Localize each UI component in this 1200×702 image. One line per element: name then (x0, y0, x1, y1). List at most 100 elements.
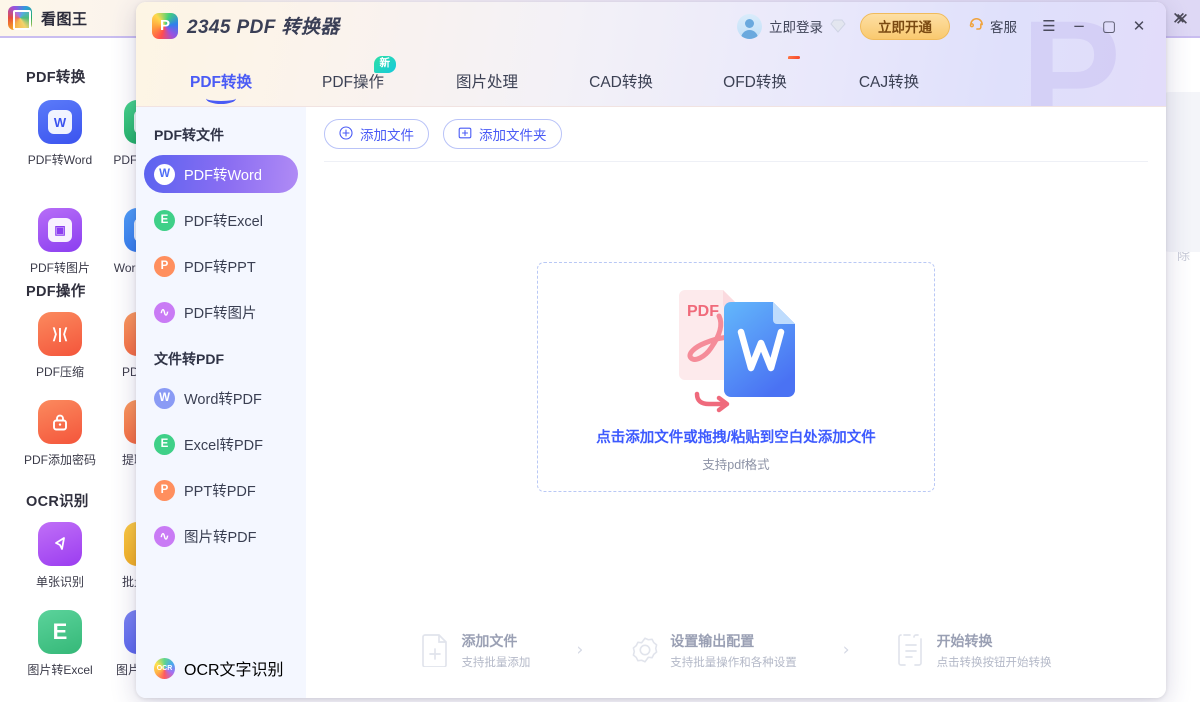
tab-pdf-convert[interactable]: PDF转换 (156, 70, 286, 106)
image-to-excel-icon: E (38, 610, 82, 654)
tab-ofd-convert[interactable]: OFD转换 (688, 56, 822, 106)
sidebar-item-label: Excel转PDF (184, 437, 263, 454)
app-body: PDF转文件 W PDF转Word E PDF转Excel P PDF转PPT … (136, 107, 1166, 698)
bg-tile-pdf-add-password[interactable]: PDF添加密码 (14, 400, 106, 468)
sidebar-item-pdf-to-ppt[interactable]: P PDF转PPT (144, 247, 298, 285)
tab-label: 图片处理 (455, 74, 518, 91)
tab-cad-convert[interactable]: CAD转换 (554, 70, 688, 106)
tab-label: PDF操作 (321, 74, 384, 91)
tab-label: CAJ转换 (858, 74, 920, 91)
sidebar-item-label: Word转PDF (184, 391, 262, 408)
folder-plus-icon (458, 126, 472, 143)
ppt-icon: P (154, 255, 175, 277)
bg-tile-pdf-to-word[interactable]: W PDF转Word (14, 100, 106, 168)
sidebar-item-label: PDF转Excel (184, 213, 263, 230)
screen: 看图王 ✕ PDF转换 PDF操作 OCR识别 W PDF转Word E PDF… (0, 0, 1200, 702)
diamond-icon (830, 19, 846, 33)
word-icon: W (38, 100, 82, 144)
add-folder-button[interactable]: 添加文件夹 (443, 119, 562, 149)
app-title: 2345 PDF 转换器 (187, 17, 340, 38)
sidebar-item-pdf-to-excel[interactable]: E PDF转Excel (144, 201, 298, 239)
customer-service-button[interactable]: 客服 (968, 15, 1017, 37)
bg-tile-label: PDF转图片 (29, 261, 90, 275)
file-dropzone[interactable]: PDF 点击添加文件或拖拽/粘贴到空白处添加文件 支持pdf格式 (537, 262, 935, 492)
bg-section-title-ocr: OCR识别 (26, 494, 89, 510)
bg-tile-label: PDF添加密码 (23, 453, 96, 467)
close-icon[interactable]: ✕ (1124, 11, 1154, 41)
excel-icon: E (154, 433, 175, 455)
sidebar-item-image-to-pdf[interactable]: ∿ 图片转PDF (144, 517, 298, 555)
step-desc: 点击转换按钮开始转换 (936, 656, 1052, 669)
sidebar-group-title-pdf-to-file: PDF转文件 (154, 127, 224, 143)
app-logo-icon: P (152, 12, 178, 39)
gear-icon (629, 633, 659, 667)
app-header: P P 2345 PDF 转换器 立即登录 立即开通 客服 ☰ − ▢ ✕ PD… (136, 2, 1166, 107)
sidebar-item-word-to-pdf[interactable]: W Word转PDF (144, 379, 298, 417)
tab-image-processing[interactable]: 图片处理 (420, 70, 554, 106)
bg-tile-label: PDF转Word (27, 153, 93, 167)
tab-caj-convert[interactable]: CAJ转换 (822, 70, 956, 106)
bg-tile-pdf-compress[interactable]: ⟩|⟨ PDF压缩 (14, 312, 106, 380)
convert-doc-icon (896, 633, 926, 667)
step-text: 设置输出配置 支持批量操作和各种设置 (670, 631, 797, 670)
step-arrow-icon: › (842, 640, 850, 660)
step-text: 添加文件 支持批量添加 (461, 631, 530, 670)
tab-active-indicator (206, 93, 236, 104)
sidebar-item-pdf-to-image[interactable]: ∿ PDF转图片 (144, 293, 298, 331)
step-title: 开始转换 (936, 632, 993, 649)
sidebar-item-label: PDF转PPT (184, 259, 256, 276)
sidebar-group-title-file-to-pdf: 文件转PDF (154, 351, 224, 367)
bg-tile-label: 图片转Excel (27, 663, 93, 677)
pdf-converter-window: P P 2345 PDF 转换器 立即登录 立即开通 客服 ☰ − ▢ ✕ PD… (136, 2, 1166, 698)
pdf-to-word-illustration-icon: PDF (661, 276, 811, 416)
sidebar-item-label: PPT转PDF (184, 483, 256, 500)
bg-tile-pdf-to-image[interactable]: ▣ PDF转图片 (14, 208, 106, 276)
bg-tile-image-to-excel[interactable]: E 图片转Excel (14, 610, 106, 678)
badge-new: 新 (373, 56, 396, 73)
sidebar-item-ocr[interactable]: OCR OCR文字识别 (144, 650, 298, 686)
tab-label: PDF转换 (189, 74, 252, 91)
step-text: 开始转换 点击转换按钮开始转换 (937, 631, 1052, 670)
sidebar-item-label: PDF转Word (184, 167, 262, 184)
sidebar-item-label: OCR文字识别 (184, 662, 284, 679)
bg-section-title-pdf-convert: PDF转换 (26, 70, 86, 86)
main-tabs: PDF转换 PDF操作 新 图片处理 CAD转换 OFD转换 CAJ转换 (156, 48, 956, 106)
steps-guide: 添加文件 支持批量添加 › 设置输出配置 支持批量操作和各种设置 › 开始转换 … (306, 624, 1166, 676)
step-desc: 支持批量操作和各种设置 (670, 656, 797, 669)
minimize-icon[interactable]: − (1064, 11, 1094, 41)
step-title: 添加文件 (461, 632, 518, 649)
step-arrow-icon: › (576, 640, 584, 660)
tab-label: OFD转换 (723, 74, 787, 91)
bg-tile-label: 单张识别 (35, 575, 84, 589)
sidebar: PDF转文件 W PDF转Word E PDF转Excel P PDF转PPT … (136, 107, 306, 698)
step-start-convert: 开始转换 点击转换按钮开始转换 (896, 631, 1052, 670)
step-title: 设置输出配置 (670, 632, 755, 649)
excel-icon: E (154, 209, 175, 231)
toolbar: 添加文件 添加文件夹 (306, 107, 1166, 161)
headset-icon (968, 15, 985, 37)
background-app-close-icon[interactable]: ✕ (1170, 8, 1194, 32)
login-button[interactable]: 立即登录 (737, 13, 846, 39)
sidebar-item-label: PDF转图片 (184, 305, 257, 322)
sidebar-item-pdf-to-word[interactable]: W PDF转Word (144, 155, 298, 193)
bg-tile-single-scan[interactable]: 单张识别 (14, 522, 106, 590)
hamburger-menu-icon[interactable]: ☰ (1034, 11, 1064, 41)
single-scan-icon (38, 522, 82, 566)
lock-icon (38, 400, 82, 444)
activate-vip-button[interactable]: 立即开通 (860, 12, 950, 40)
step-desc: 支持批量添加 (461, 656, 531, 669)
tab-pdf-operations[interactable]: PDF操作 新 (286, 56, 420, 106)
add-folder-label: 添加文件夹 (479, 128, 547, 143)
sidebar-item-label: 图片转PDF (184, 529, 257, 546)
badge-hot (788, 56, 800, 59)
image-icon: ▣ (38, 208, 82, 252)
main-panel: 添加文件 添加文件夹 PDF 点击添加文件或拖拽/粘贴到空白处添加文件 支持pd… (306, 107, 1166, 698)
image-viewer-logo-icon (8, 6, 32, 30)
bg-tile-label: PDF压缩 (35, 365, 84, 379)
add-file-label: 添加文件 (360, 128, 414, 143)
sidebar-item-excel-to-pdf[interactable]: E Excel转PDF (144, 425, 298, 463)
svg-text:PDF: PDF (687, 303, 719, 320)
maximize-icon[interactable]: ▢ (1094, 11, 1124, 41)
add-file-button[interactable]: 添加文件 (324, 119, 429, 149)
sidebar-item-ppt-to-pdf[interactable]: P PPT转PDF (144, 471, 298, 509)
